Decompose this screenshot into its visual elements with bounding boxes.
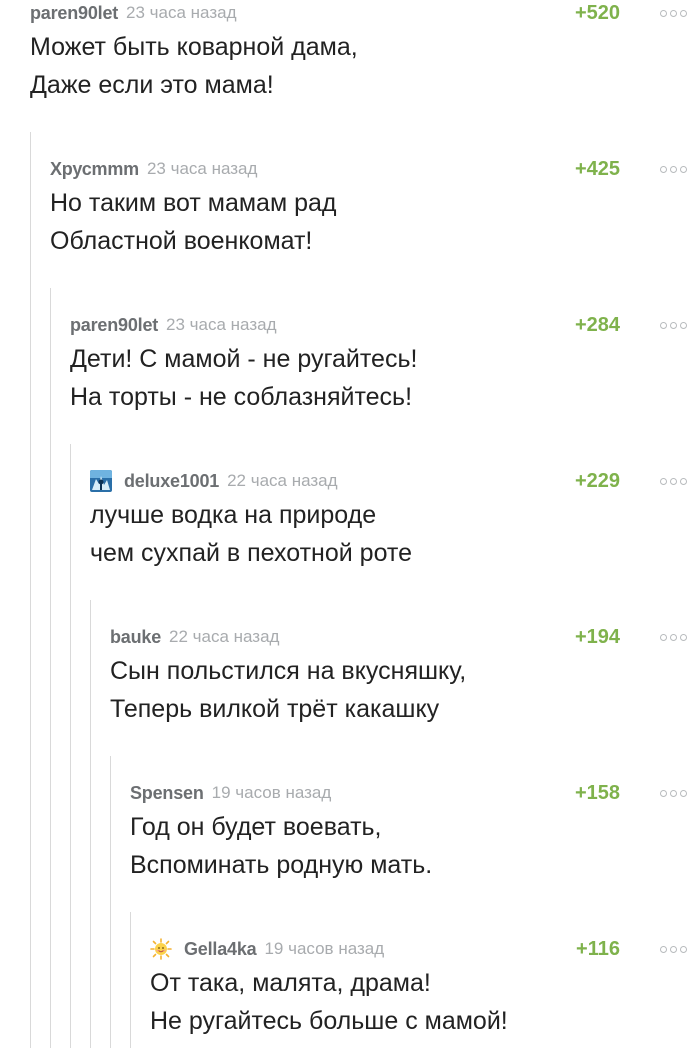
comment-text: Может быть коварной дама, Даже если это … <box>30 28 700 104</box>
thread-line[interactable] <box>130 912 131 1048</box>
comment-header: paren90let 23 часа назад +520 <box>30 0 700 26</box>
comment-line: лучше водка на природе <box>90 501 377 529</box>
comment-line: Вспоминать родную мать. <box>130 851 433 879</box>
more-options-icon[interactable] <box>660 312 687 338</box>
comment-line: Может быть коварной дама, <box>30 33 358 61</box>
thread-line[interactable] <box>30 132 31 1048</box>
comment-line: Не ругайтесь больше с мамой! <box>150 1007 508 1035</box>
comment-rating: +520 <box>574 2 620 24</box>
more-options-icon[interactable] <box>660 780 687 806</box>
more-options-icon[interactable] <box>660 936 687 962</box>
comment-author[interactable]: bauke <box>110 627 161 648</box>
comment-line: Теперь вилкой трёт какашку <box>110 695 440 723</box>
comment-time[interactable]: 23 часа назад <box>126 3 236 23</box>
more-options-icon[interactable] <box>660 0 687 26</box>
comment-rating: +116 <box>576 938 620 960</box>
comment-time[interactable]: 23 часа назад <box>147 159 257 179</box>
comment: bauke 22 часа назад +194 Сын польстился … <box>110 624 700 728</box>
more-options-icon[interactable] <box>660 156 687 182</box>
comment-text: лучше водка на природе чем сухпай в пехо… <box>90 496 700 572</box>
comment-author[interactable]: Spensen <box>130 783 204 804</box>
comment-rating: +229 <box>574 470 620 492</box>
comment-author[interactable]: Gella4ka <box>184 939 257 960</box>
comment-header: Хрусmmm 23 часа назад +425 <box>50 156 700 182</box>
thread-line[interactable] <box>110 756 111 1048</box>
comment-text: Сын польстился на вкусняшку, Теперь вилк… <box>110 652 700 728</box>
comment-header: deluxe1001 22 часа назад +229 <box>90 468 700 494</box>
comment-line: чем сухпай в пехотной роте <box>90 539 413 567</box>
thread-line[interactable] <box>50 288 51 1048</box>
comment-author[interactable]: paren90let <box>30 3 118 24</box>
comment-line: Год он будет воевать, <box>130 813 382 841</box>
comment-header: bauke 22 часа назад +194 <box>110 624 700 650</box>
comment: Spensen 19 часов назад +158 Год он будет… <box>130 780 700 884</box>
comment-rating: +425 <box>574 158 620 180</box>
comment-text: От така, малята, драма! Не ругайтесь бол… <box>150 964 700 1040</box>
comment-author[interactable]: deluxe1001 <box>124 471 219 492</box>
comment-line: Даже если это мама! <box>30 71 274 99</box>
comment-header: Spensen 19 часов назад +158 <box>130 780 700 806</box>
user-avatar-icon[interactable] <box>150 938 172 960</box>
comment-line: Сын польстился на вкусняшку, <box>110 657 467 685</box>
comment-rating: +284 <box>574 314 620 336</box>
thread-line[interactable] <box>70 444 71 1048</box>
thread-line[interactable] <box>90 600 91 1048</box>
comment-line: На торты - не соблазняйтесь! <box>70 383 413 411</box>
comment: paren90let 23 часа назад +284 Дети! С ма… <box>70 312 700 416</box>
comment-time[interactable]: 19 часов назад <box>212 783 332 803</box>
comment-line: Но таким вот мамам рад <box>50 189 337 217</box>
user-avatar-icon[interactable] <box>90 470 112 492</box>
comment: deluxe1001 22 часа назад +229 лучше водк… <box>90 468 700 572</box>
comment-line: Областной военкомат! <box>50 227 313 255</box>
comment-text: Год он будет воевать, Вспоминать родную … <box>130 808 700 884</box>
comment-text: Но таким вот мамам рад Областной военком… <box>50 184 700 260</box>
more-options-icon[interactable] <box>660 468 687 494</box>
comment-text: Дети! С мамой - не ругайтесь! На торты -… <box>70 340 700 416</box>
comment: paren90let 23 часа назад +520 Может быть… <box>30 0 700 104</box>
more-options-icon[interactable] <box>660 624 687 650</box>
comment: Хрусmmm 23 часа назад +425 Но таким вот … <box>50 156 700 260</box>
comment-header: Gella4ka 19 часов назад +116 <box>150 936 700 962</box>
comment-line: От така, малята, драма! <box>150 969 431 997</box>
comment-author[interactable]: paren90let <box>70 315 158 336</box>
comment-time[interactable]: 22 часа назад <box>169 627 279 647</box>
comment-line: Дети! С мамой - не ругайтесь! <box>70 345 418 373</box>
comment-time[interactable]: 23 часа назад <box>166 315 276 335</box>
comment: Gella4ka 19 часов назад +116 От така, ма… <box>150 936 700 1040</box>
comment-rating: +194 <box>574 626 620 648</box>
comment-rating: +158 <box>574 782 620 804</box>
comment-time[interactable]: 19 часов назад <box>264 939 384 959</box>
comment-time[interactable]: 22 часа назад <box>227 471 337 491</box>
comment-header: paren90let 23 часа назад +284 <box>70 312 700 338</box>
comment-author[interactable]: Хрусmmm <box>50 159 139 180</box>
